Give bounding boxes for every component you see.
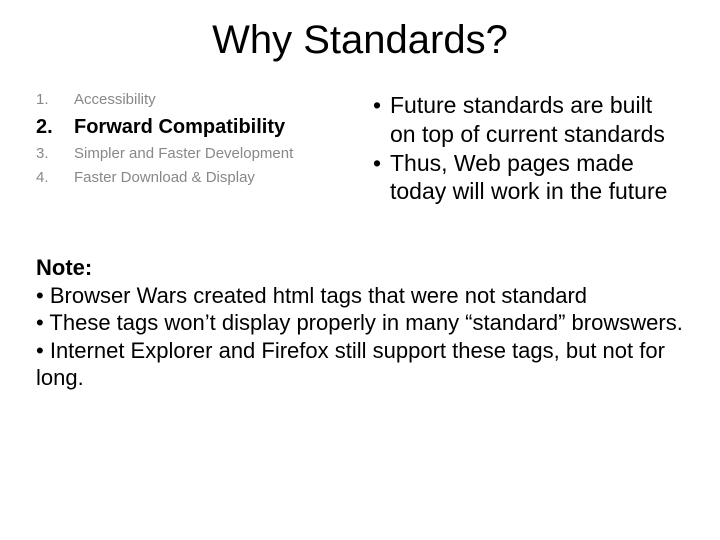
- numbered-list: 1. Accessibility 2. Forward Compatibilit…: [36, 91, 336, 187]
- bullet-dot-icon: •: [364, 149, 390, 207]
- list-item-forward-compatibility: Forward Compatibility: [74, 115, 336, 139]
- bullet-dot-icon: •: [36, 283, 44, 308]
- slide: Why Standards? 1. Accessibility 2. Forwa…: [0, 0, 720, 540]
- left-column: 1. Accessibility 2. Forward Compatibilit…: [36, 91, 336, 187]
- note-label: Note:: [36, 254, 684, 282]
- note-line: • These tags won’t display properly in m…: [36, 309, 684, 337]
- bullet-dot-icon: •: [364, 91, 390, 149]
- list-number: 4.: [36, 169, 64, 187]
- note-line: • Browser Wars created html tags that we…: [36, 282, 684, 310]
- bullet-future-standards: Future standards are built on top of cur…: [390, 91, 684, 149]
- list-item-simpler-faster-dev: Simpler and Faster Development: [74, 145, 336, 163]
- slide-title: Why Standards?: [36, 18, 684, 63]
- note-line: • Internet Explorer and Firefox still su…: [36, 337, 684, 392]
- list-number: 3.: [36, 145, 64, 163]
- columns: 1. Accessibility 2. Forward Compatibilit…: [36, 91, 684, 206]
- list-item-faster-download: Faster Download & Display: [74, 169, 336, 187]
- list-number: 2.: [36, 115, 64, 139]
- bullet-dot-icon: •: [36, 338, 44, 363]
- note-wont-display: These tags won’t display properly in man…: [49, 310, 682, 335]
- list-item-accessibility: Accessibility: [74, 91, 336, 109]
- note-ie-firefox: Internet Explorer and Firefox still supp…: [36, 338, 665, 391]
- bullet-thus-web-pages: Thus, Web pages made today will work in …: [390, 149, 684, 207]
- note-block: Note: • Browser Wars created html tags t…: [36, 254, 684, 392]
- bullet-row: • Future standards are built on top of c…: [364, 91, 684, 149]
- list-number: 1.: [36, 91, 64, 109]
- bullet-row: • Thus, Web pages made today will work i…: [364, 149, 684, 207]
- note-browser-wars: Browser Wars created html tags that were…: [50, 283, 587, 308]
- right-column: • Future standards are built on top of c…: [364, 91, 684, 206]
- bullet-dot-icon: •: [36, 310, 44, 335]
